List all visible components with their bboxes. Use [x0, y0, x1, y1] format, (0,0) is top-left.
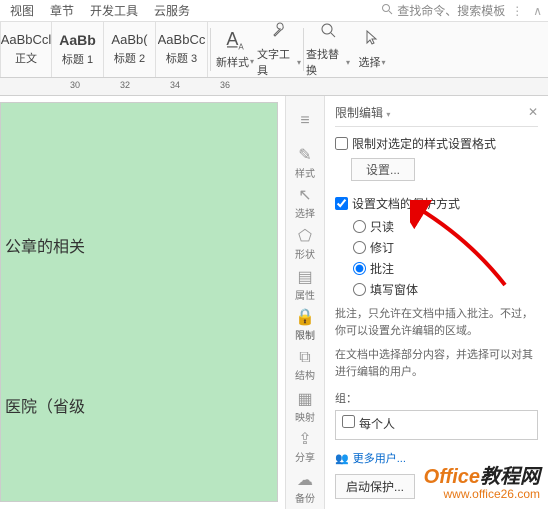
shape-icon: ⬠ [298, 226, 312, 246]
radio-readonly[interactable]: 只读 [353, 218, 538, 235]
style-heading1[interactable]: AaBb 标题 1 [52, 22, 104, 77]
style-label: 标题 2 [114, 50, 145, 66]
style-label: 标题 3 [166, 50, 197, 66]
checkbox-label: 限制对选定的样式设置格式 [352, 135, 496, 152]
style-label: 标题 1 [62, 51, 93, 67]
style-label: 正文 [15, 50, 37, 66]
settings-button[interactable]: 设置... [351, 158, 415, 181]
share-icon: ⇪ [298, 429, 311, 449]
group-label: 组： [335, 390, 538, 406]
tab-cloud[interactable]: 云服务 [146, 2, 198, 19]
backup-icon: ☁ [297, 470, 313, 490]
find-replace-button[interactable]: 查找替换▾ [306, 22, 350, 77]
list-icon: ▤ [297, 267, 312, 287]
checkbox[interactable] [335, 197, 348, 210]
chevron-down-icon: ▾ [297, 58, 301, 67]
checkbox-label: 设置文档的保护方式 [352, 195, 460, 212]
ruler: 30 32 34 36 [0, 78, 548, 96]
side-shape[interactable]: ⬠形状 [287, 224, 323, 263]
radio[interactable] [353, 283, 366, 296]
wrench-icon [270, 21, 288, 44]
text-tool-button[interactable]: 文字工具▾ [257, 22, 301, 77]
tab-dev[interactable]: 开发工具 [82, 2, 146, 19]
tree-icon: ⧉ [299, 349, 310, 367]
radio-revision[interactable]: 修订 [353, 239, 538, 256]
side-menu[interactable]: ≡ [287, 102, 323, 141]
collapse-icon[interactable]: ∧ [529, 4, 546, 18]
panel-title: 限制编辑 ▾ [335, 104, 390, 121]
side-share[interactable]: ⇪分享 [287, 428, 323, 467]
menu-icon: ≡ [300, 112, 309, 130]
tab-chapter[interactable]: 章节 [42, 2, 82, 19]
watermark: Office教程网 www.office26.com [424, 466, 540, 501]
tab-view[interactable]: 视图 [2, 2, 42, 19]
style-preview: AaBb( [111, 33, 147, 46]
cursor-icon [363, 29, 381, 52]
side-style[interactable]: ✎样式 [287, 143, 323, 182]
chevron-down-icon: ▾ [250, 57, 254, 66]
side-attr[interactable]: ▤属性 [287, 265, 323, 304]
radio-comment[interactable]: 批注 [353, 260, 538, 277]
search-placeholder: 查找命令、搜索模板 [397, 2, 505, 19]
lock-icon: 🔒 [295, 307, 315, 327]
chevron-down-icon: ▾ [381, 58, 385, 67]
document-area[interactable]: 公章的相关 医院（省级 [0, 96, 285, 509]
brush-icon: ✎ [298, 145, 311, 165]
doc-text-line: 医院（省级 [5, 393, 85, 417]
checkbox[interactable] [335, 137, 348, 150]
style-heading3[interactable]: AaBbCc 标题 3 [156, 22, 208, 77]
side-struct[interactable]: ⧉结构 [287, 346, 323, 385]
radio[interactable] [353, 220, 366, 233]
help-text-2: 在文档中选择部分内容，并选择可以对其进行编辑的用户。 [335, 347, 538, 380]
document-page[interactable]: 公章的相关 医院（省级 [0, 102, 278, 502]
search-icon [381, 3, 393, 18]
everyone-checkbox[interactable] [342, 415, 355, 428]
style-preview: AaBbCc [158, 33, 206, 46]
restrict-style-checkbox[interactable]: 限制对选定的样式设置格式 [335, 135, 538, 152]
magnify-icon [319, 21, 337, 44]
radio[interactable] [353, 262, 366, 275]
group-box[interactable]: 每个人 [335, 410, 538, 440]
new-style-button[interactable]: A̲A 新样式▾ [213, 22, 257, 77]
more-users-link[interactable]: 👥 更多用户... [335, 450, 538, 466]
side-backup[interactable]: ☁备份 [287, 468, 323, 507]
radio-fillform[interactable]: 填写窗体 [353, 281, 538, 298]
protect-method-checkbox[interactable]: 设置文档的保护方式 [335, 195, 538, 212]
more-icon[interactable]: ⋮ [511, 4, 523, 18]
side-select[interactable]: ↖选择 [287, 183, 323, 222]
help-text-1: 批注，只允许在文档中插入批注。不过，你可以设置允许编辑的区域。 [335, 306, 538, 339]
style-heading2[interactable]: AaBb( 标题 2 [104, 22, 156, 77]
select-button[interactable]: 选择▾ [350, 22, 394, 77]
style-preview: AaBbCcl [1, 33, 52, 46]
everyone-label: 每个人 [359, 415, 395, 432]
map-icon: ▦ [297, 389, 312, 409]
close-icon[interactable]: ✕ [528, 105, 538, 119]
side-map[interactable]: ▦映射 [287, 387, 323, 426]
search-box[interactable]: 查找命令、搜索模板 [381, 2, 505, 19]
user-icon: 👥 [335, 452, 349, 465]
radio[interactable] [353, 241, 366, 254]
style-normal[interactable]: AaBbCcl 正文 [0, 22, 52, 77]
new-style-icon: A̲A [226, 29, 243, 52]
cursor-icon: ↖ [298, 185, 311, 205]
start-protect-button[interactable]: 启动保护... [335, 474, 415, 499]
side-restrict[interactable]: 🔒限制 [287, 306, 323, 345]
style-preview: AaBb [59, 33, 96, 47]
doc-text-line: 公章的相关 [5, 233, 85, 257]
